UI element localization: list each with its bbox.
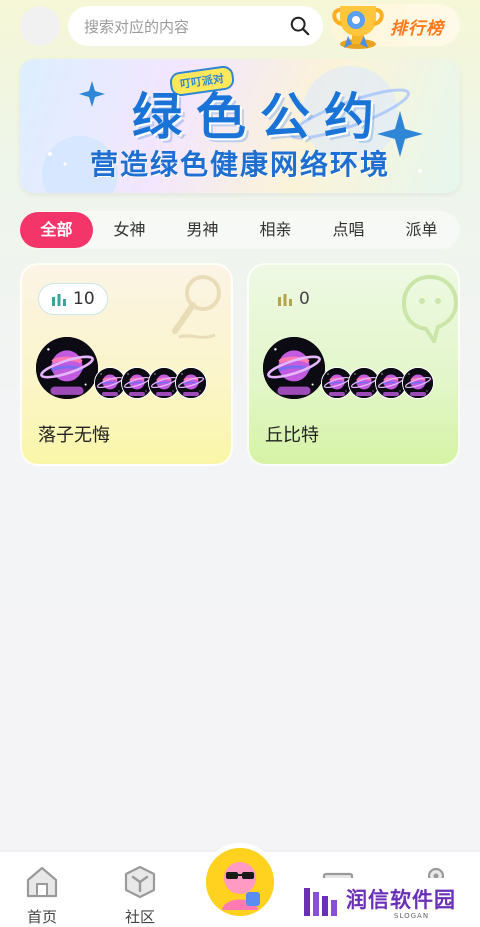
tab-goddess[interactable]: 女神 bbox=[93, 212, 166, 248]
tab-male-god[interactable]: 男神 bbox=[166, 212, 239, 248]
search-bar[interactable]: 搜索对应的内容 bbox=[68, 6, 323, 46]
trophy-icon bbox=[332, 6, 384, 49]
search-icon[interactable] bbox=[289, 15, 311, 37]
host-avatar[interactable] bbox=[36, 337, 98, 399]
center-party-button[interactable] bbox=[206, 848, 274, 916]
member-avatar[interactable] bbox=[175, 367, 207, 399]
signal-bars-icon bbox=[278, 294, 292, 306]
banner-subtitle: 营造绿色健康网络环境 bbox=[89, 148, 390, 181]
search-input[interactable]: 搜索对应的内容 bbox=[84, 16, 289, 37]
nav-home[interactable]: 首页 bbox=[2, 852, 82, 927]
watermark-brand: 润信软件园 SLOGAN bbox=[282, 878, 480, 927]
tab-dispatch[interactable]: 派单 bbox=[385, 212, 458, 248]
cube-icon bbox=[124, 865, 156, 899]
banner-title: 绿色公约 bbox=[132, 88, 388, 146]
tab-all[interactable]: 全部 bbox=[20, 212, 93, 248]
member-avatar[interactable] bbox=[402, 367, 434, 399]
online-count-value: 0 bbox=[299, 289, 310, 309]
host-avatar[interactable] bbox=[263, 337, 325, 399]
member-avatars bbox=[36, 337, 226, 399]
home-icon bbox=[26, 866, 58, 898]
tab-blind-date[interactable]: 相亲 bbox=[239, 212, 312, 248]
nav-home-label: 首页 bbox=[26, 908, 57, 926]
room-card[interactable]: 10 落子无悔 bbox=[20, 263, 233, 466]
ranking-label: 排行榜 bbox=[390, 19, 444, 39]
member-avatars bbox=[263, 337, 453, 399]
category-tabs: 全部 女神 男神 相亲 点唱 派单 bbox=[20, 211, 460, 249]
microphone-icon bbox=[172, 275, 221, 339]
ranking-button[interactable]: 排行榜 bbox=[332, 4, 460, 49]
green-pledge-banner[interactable]: 叮叮派对 绿色公约 营造绿色健康网络环境 bbox=[20, 59, 460, 193]
tab-song-request[interactable]: 点唱 bbox=[312, 212, 385, 248]
top-header: 搜索对应的内容 排行榜 bbox=[0, 0, 480, 54]
room-card[interactable]: 0 丘比特 bbox=[247, 263, 460, 466]
online-count: 10 bbox=[38, 283, 108, 315]
chat-bubble-icon bbox=[401, 274, 458, 343]
brand-logo-icon bbox=[304, 888, 337, 916]
brand-name: 润信软件园 bbox=[346, 888, 456, 912]
user-avatar[interactable] bbox=[20, 6, 60, 46]
brand-slogan: SLOGAN bbox=[394, 912, 430, 920]
room-name: 落子无悔 bbox=[38, 425, 110, 446]
signal-bars-icon bbox=[52, 294, 66, 306]
online-count-value: 10 bbox=[73, 289, 95, 309]
party-mascot-icon bbox=[206, 848, 274, 916]
nav-community[interactable]: 社区 bbox=[100, 852, 180, 927]
online-count: 0 bbox=[265, 283, 322, 315]
nav-community-label: 社区 bbox=[124, 908, 155, 926]
room-name: 丘比特 bbox=[265, 425, 319, 446]
